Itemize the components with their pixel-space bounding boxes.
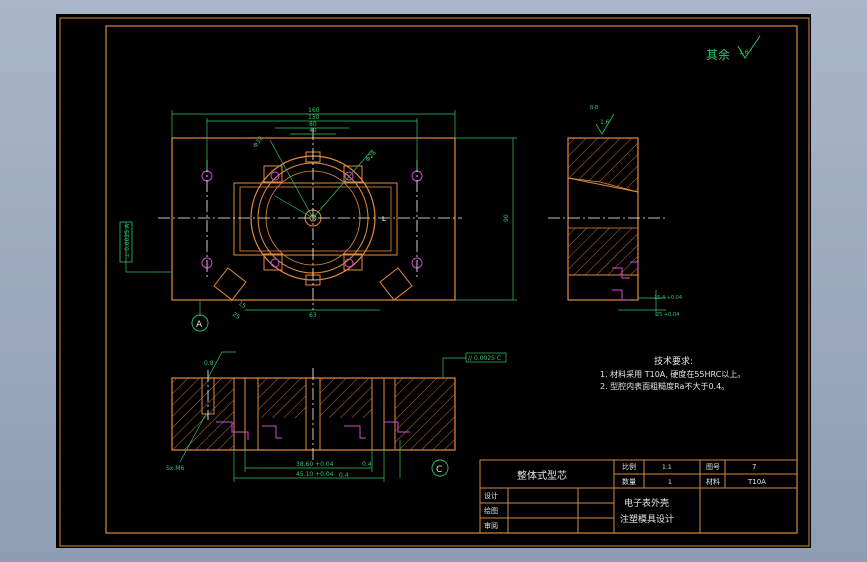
datum-c-label: C <box>436 465 442 475</box>
flatness-callout-left: ⊥ 0.0025 A <box>124 223 131 258</box>
reviewer-label: 审阅 <box>484 521 498 530</box>
designer-label: 设计 <box>484 491 498 500</box>
cad-viewport[interactable]: 其余 1.6 160 130 80 40 90 63 25 15 Φ32 Φ28… <box>56 14 811 548</box>
dim-diam-2: Φ28 <box>364 149 378 163</box>
dim-38: 38.60 +0.04 <box>296 461 334 468</box>
scale-value: 1:1 <box>662 464 672 471</box>
drawing-canvas: 其余 1.6 160 130 80 40 90 63 25 15 Φ32 Φ28… <box>59 17 810 547</box>
drawing-no-label: 图号 <box>706 463 720 471</box>
section-label: B-B <box>590 105 599 111</box>
quantity-value: 1 <box>668 479 672 486</box>
dim-130: 130 <box>308 114 320 121</box>
dim-diam-1: Φ32 <box>252 135 265 149</box>
section-roughness: 1.6 <box>600 119 610 126</box>
side-dim-25: 25 +0.04 <box>656 312 679 318</box>
top-view: 160 130 80 40 90 63 25 15 Φ32 Φ28 L ⊥ 0.… <box>119 107 517 332</box>
project-line-1: 电子表外壳 <box>624 497 669 509</box>
dim-45: 45.10 +0.04 <box>296 471 334 478</box>
quantity-label: 数量 <box>622 477 636 486</box>
dim-0-4a: 0.4 <box>339 472 349 479</box>
dim-90: 90 <box>503 214 510 222</box>
flatness-callout: // 0.0025 C <box>468 355 501 362</box>
front-section-view: 0.8 // 0.0025 C Sx M6 38.60 +0.04 45.10 … <box>166 351 507 482</box>
tech-item-2: 2. 型腔内表面粗糙度Ra不大于0.4。 <box>600 381 729 391</box>
side-section-view: B-B 1.6 15.4 +0.04 25 +0.04 <box>548 105 682 318</box>
project-line-2: 注塑模具设计 <box>620 513 674 525</box>
dim-40: 40 <box>309 127 317 134</box>
dim-160: 160 <box>308 107 320 114</box>
dim-15: 15 <box>237 300 247 310</box>
scale-label: 比例 <box>622 462 636 471</box>
part-name: 整体式型芯 <box>517 469 567 482</box>
drafter-label: 绘图 <box>484 506 498 515</box>
hole-label: 0.8 <box>204 360 214 367</box>
drawing-no-value: 7 <box>752 463 756 471</box>
tech-title: 技术要求: <box>654 355 693 367</box>
roughness-value: 1.6 <box>739 49 749 56</box>
top-view-dimensions <box>125 110 517 316</box>
label-L: L <box>382 215 386 223</box>
dim-25: 25 <box>231 311 241 321</box>
material-value: T10A <box>747 478 766 486</box>
material-label: 材料 <box>706 477 720 486</box>
tech-item-1: 1. 材料采用 T10A, 硬度在55HRC以上。 <box>600 369 745 379</box>
side-dim-15-4: 15.4 +0.04 <box>654 295 682 301</box>
dim-63: 63 <box>309 312 317 319</box>
dim-0-4b: 0.4 <box>362 461 372 468</box>
tech-requirements: 技术要求: 1. 材料采用 T10A, 硬度在55HRC以上。 2. 型腔内表面… <box>600 355 745 391</box>
thread-label: Sx M6 <box>166 465 184 472</box>
roughness-note: 其余 1.6 <box>706 35 761 62</box>
roughness-note-text: 其余 <box>706 47 730 62</box>
datum-a-label: A <box>196 320 203 330</box>
bolt-holes <box>201 170 423 269</box>
inner-border <box>105 25 798 534</box>
